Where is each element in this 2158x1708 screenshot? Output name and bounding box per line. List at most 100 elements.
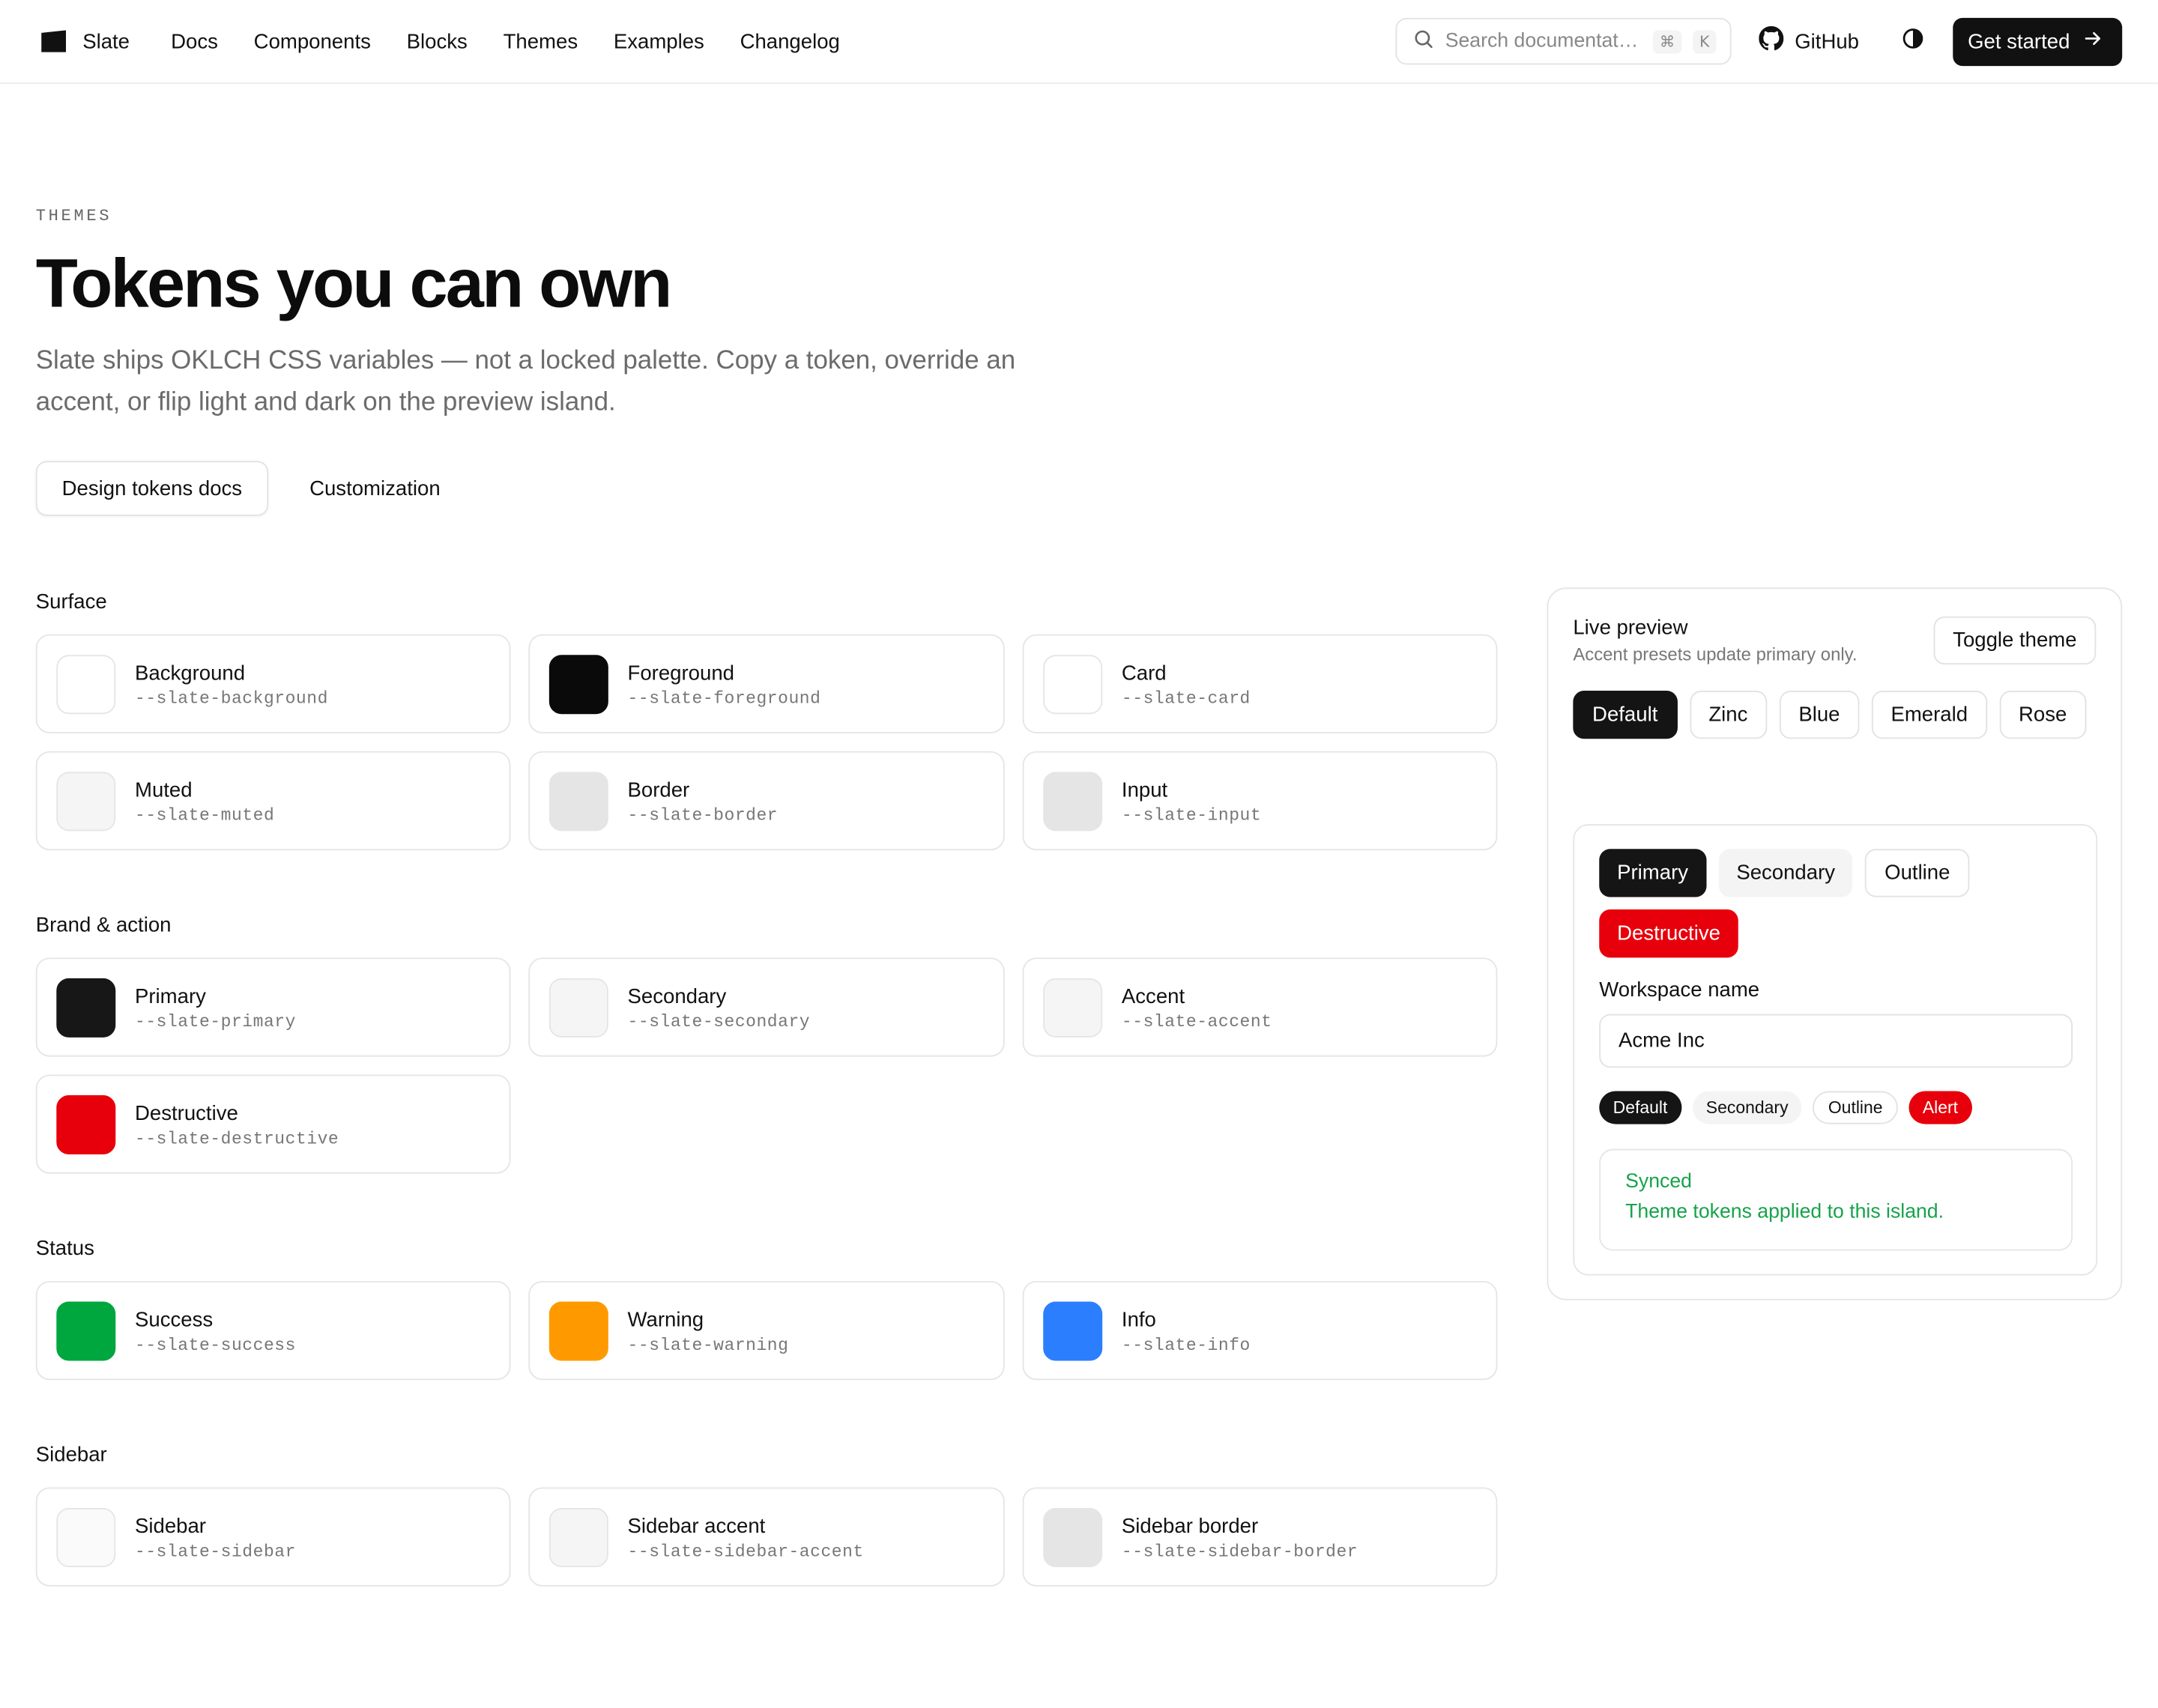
contrast-icon — [1902, 27, 1923, 56]
badge-alert: Alert — [1908, 1091, 1972, 1124]
color-swatch — [56, 1094, 116, 1154]
token-variable: --slate-border — [627, 805, 779, 826]
token-variable: --slate-input — [1121, 805, 1262, 826]
preset-rose[interactable]: Rose — [1999, 691, 2087, 739]
github-icon — [1759, 25, 1784, 56]
token-grid-status: Success --slate-success Warning --slate-wa… — [35, 1280, 1499, 1381]
group-label-surface: Surface — [35, 590, 107, 614]
search-icon — [1413, 28, 1434, 55]
color-swatch — [56, 1507, 116, 1567]
preset-emerald[interactable]: Emerald — [1871, 691, 1987, 739]
token-name: Warning — [627, 1307, 704, 1332]
get-started-button[interactable]: Get started — [1952, 16, 2123, 66]
group-label-sidebar: Sidebar — [35, 1443, 107, 1467]
kbd-cmd: ⌘ — [1652, 29, 1682, 53]
nav-docs[interactable]: Docs — [171, 29, 218, 52]
token-card-card[interactable]: Card --slate-card — [1022, 634, 1498, 733]
token-card-background[interactable]: Background --slate-background — [35, 634, 511, 733]
token-card-sidebar-accent[interactable]: Sidebar accent --slate-sidebar-accent — [528, 1487, 1005, 1587]
token-card-sidebar-border[interactable]: Sidebar border --slate-sidebar-border — [1022, 1487, 1498, 1587]
demo-destructive-button[interactable]: Destructive — [1599, 909, 1738, 958]
color-swatch — [548, 977, 608, 1037]
color-swatch — [1043, 1507, 1103, 1567]
token-card-input[interactable]: Input --slate-input — [1022, 751, 1498, 851]
nav-themes[interactable]: Themes — [504, 29, 578, 52]
color-swatch — [1043, 771, 1103, 831]
token-card-destructive[interactable]: Destructive --slate-destructive — [35, 1074, 511, 1174]
preview-subtitle: Accent presets update primary only. — [1573, 643, 1858, 665]
badge-default: Default — [1599, 1091, 1681, 1124]
page-title: Tokens you can own — [35, 244, 673, 322]
token-card-muted[interactable]: Muted --slate-muted — [35, 751, 511, 851]
search-input[interactable]: Search documentation… ⌘ K — [1395, 17, 1732, 65]
workspace-name-label: Workspace name — [1599, 978, 1760, 1002]
token-variable: --slate-sidebar-border — [1121, 1542, 1358, 1561]
color-swatch — [1043, 654, 1103, 714]
nav-examples[interactable]: Examples — [614, 29, 704, 52]
group-label-status: Status — [35, 1237, 94, 1261]
token-variable: --slate-warning — [627, 1335, 789, 1355]
token-name: Success — [134, 1307, 214, 1332]
preset-zinc[interactable]: Zinc — [1689, 691, 1768, 739]
token-name: Input — [1121, 778, 1168, 802]
token-card-border[interactable]: Border --slate-border — [528, 751, 1005, 851]
theme-toggle-button[interactable] — [1900, 27, 1925, 56]
token-name: Sidebar accent — [627, 1514, 766, 1538]
preset-default[interactable]: Default — [1573, 691, 1678, 739]
token-variable: --slate-info — [1121, 1335, 1251, 1355]
demo-buttons: Primary Secondary Outline Destructive — [1599, 849, 2081, 958]
color-swatch — [548, 1507, 608, 1567]
design-tokens-docs-button[interactable]: Design tokens docs — [35, 461, 268, 516]
preset-blue[interactable]: Blue — [1779, 691, 1860, 739]
token-card-accent[interactable]: Accent --slate-accent — [1022, 957, 1498, 1057]
alert-title: Synced — [1625, 1171, 1692, 1193]
token-card-primary[interactable]: Primary --slate-primary — [35, 957, 511, 1057]
arrow-right-icon — [2084, 29, 2103, 54]
token-variable: --slate-sidebar-accent — [627, 1542, 864, 1561]
header-actions: Search documentation… ⌘ K GitHub Get sta… — [1395, 16, 2123, 66]
color-swatch — [56, 771, 116, 831]
brand-link[interactable]: Slate — [41, 29, 130, 53]
token-variable: --slate-success — [134, 1335, 296, 1355]
color-swatch — [1043, 1300, 1103, 1360]
cta-label: Get started — [1968, 29, 2070, 53]
token-name: Foreground — [627, 661, 734, 685]
top-navigation: Slate Docs Components Blocks Themes Exam… — [0, 0, 2158, 85]
token-name: Destructive — [134, 1101, 238, 1125]
token-name: Sidebar border — [1121, 1514, 1259, 1538]
color-swatch — [548, 1300, 608, 1360]
github-link[interactable]: GitHub — [1759, 25, 1859, 56]
token-grid-surface: Background --slate-background Foreground -… — [35, 634, 1499, 851]
customization-button[interactable]: Customization — [285, 461, 465, 515]
hero-actions: Design tokens docs Customization — [35, 461, 465, 516]
token-variable: --slate-secondary — [627, 1011, 811, 1032]
badge-outline: Outline — [1813, 1091, 1898, 1124]
preview-island: Primary Secondary Outline Destructive Wo… — [1573, 824, 2098, 1276]
token-variable: --slate-foreground — [627, 688, 821, 708]
token-card-success[interactable]: Success --slate-success — [35, 1280, 511, 1381]
token-card-sidebar[interactable]: Sidebar --slate-sidebar — [35, 1487, 511, 1587]
token-variable: --slate-muted — [134, 805, 275, 826]
brand-name: Slate — [82, 29, 130, 53]
token-name: Background — [134, 661, 246, 685]
accent-presets: Default Zinc Blue Emerald Rose — [1573, 691, 2109, 739]
token-name: Accent — [1121, 984, 1185, 1008]
token-card-foreground[interactable]: Foreground --slate-foreground — [528, 634, 1005, 733]
demo-secondary-button[interactable]: Secondary — [1718, 849, 1853, 897]
toggle-theme-button[interactable]: Toggle theme — [1933, 616, 2097, 665]
nav-components[interactable]: Components — [254, 29, 371, 52]
color-swatch — [56, 977, 116, 1037]
page-eyebrow: THEMES — [35, 206, 112, 226]
demo-outline-button[interactable]: Outline — [1865, 849, 1970, 897]
group-label-brand-action: Brand & action — [35, 913, 172, 937]
token-card-secondary[interactable]: Secondary --slate-secondary — [528, 957, 1005, 1057]
demo-primary-button[interactable]: Primary — [1599, 849, 1706, 897]
token-variable: --slate-card — [1121, 688, 1251, 708]
token-name: Secondary — [627, 984, 727, 1008]
nav-blocks[interactable]: Blocks — [407, 29, 468, 52]
token-card-warning[interactable]: Warning --slate-warning — [528, 1280, 1005, 1381]
workspace-name-input[interactable]: Acme Inc — [1599, 1014, 2073, 1068]
color-swatch — [548, 654, 608, 714]
nav-changelog[interactable]: Changelog — [740, 29, 840, 52]
token-card-info[interactable]: Info --slate-info — [1022, 1280, 1498, 1381]
